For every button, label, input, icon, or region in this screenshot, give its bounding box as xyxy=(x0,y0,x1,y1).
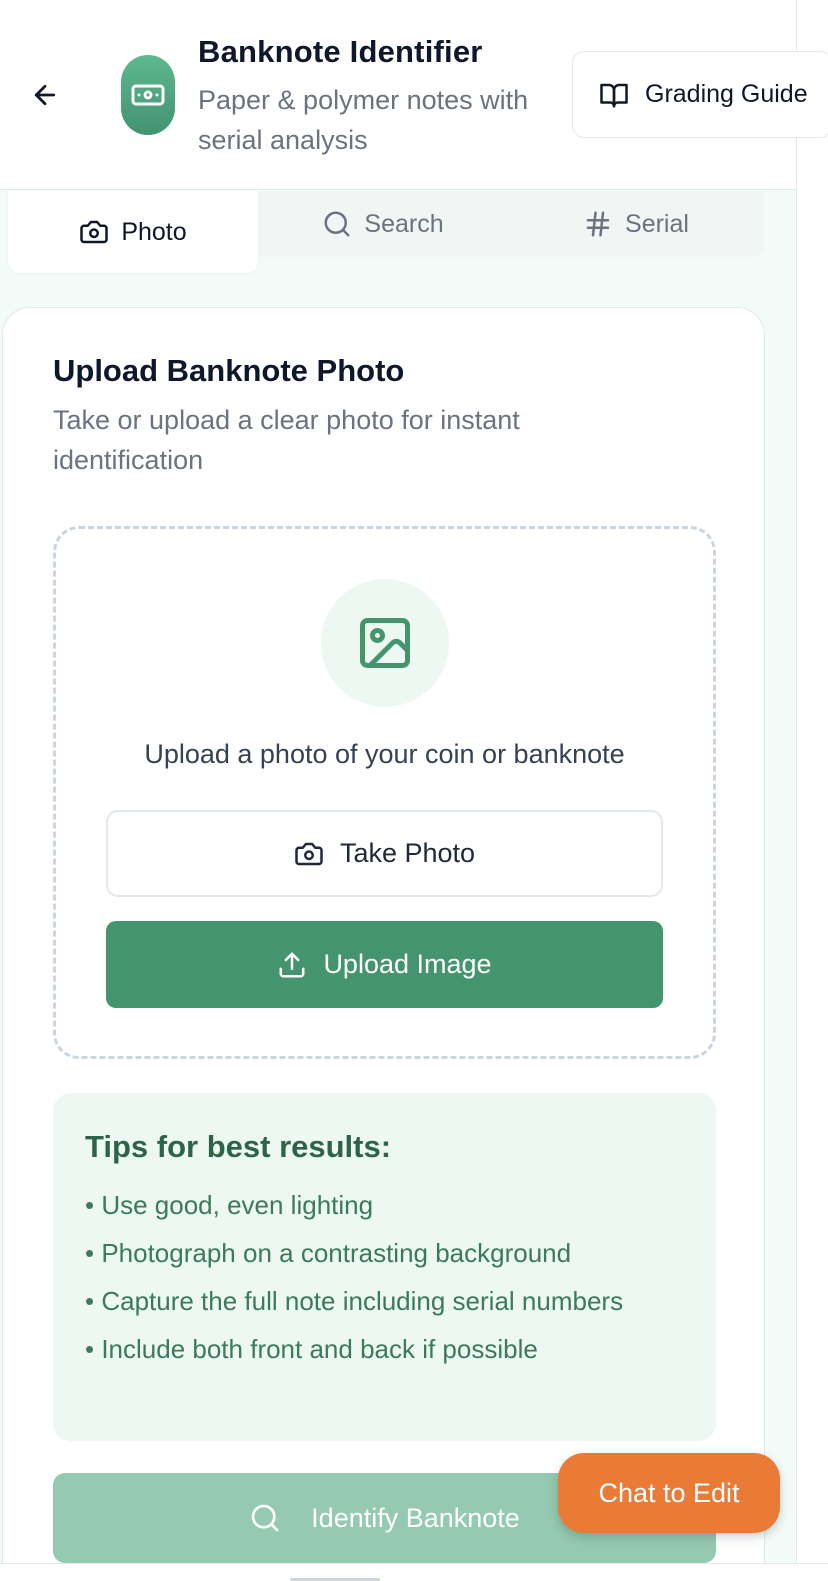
arrow-left-icon xyxy=(34,84,56,106)
page-title: Banknote Identifier xyxy=(198,34,483,69)
app-logo xyxy=(121,55,175,135)
tab-photo[interactable]: Photo xyxy=(8,191,258,273)
upload-card-description: Take or upload a clear photo for instant… xyxy=(53,405,520,475)
hash-icon xyxy=(586,211,610,237)
take-photo-label: Take Photo xyxy=(339,838,476,868)
tab-serial[interactable]: Serial xyxy=(508,191,764,257)
take-photo-button[interactable]: Take Photo xyxy=(106,810,663,897)
upload-image-label: Upload Image xyxy=(323,949,492,979)
image-icon xyxy=(360,618,410,668)
tips-list: • Use good, even lighting • Photograph o… xyxy=(85,1185,684,1369)
upload-image-button[interactable]: Upload Image xyxy=(106,921,663,1008)
page-edge xyxy=(796,0,828,1581)
tips-title: Tips for best results: xyxy=(85,1129,392,1164)
dropzone-prompt: Upload a photo of your coin or banknote xyxy=(144,739,625,769)
chat-to-edit-button[interactable]: Chat to Edit xyxy=(558,1453,780,1533)
tips-panel: Tips for best results: • Use good, even … xyxy=(53,1093,716,1441)
page-subtitle: Paper & polymer notes with serial analys… xyxy=(198,85,529,155)
upload-icon xyxy=(279,952,305,977)
camera-icon xyxy=(80,220,109,244)
search-icon xyxy=(251,1504,279,1532)
tip-item: • Photograph on a contrasting background xyxy=(85,1238,572,1268)
image-placeholder xyxy=(321,579,449,707)
mode-tabs: Photo Search Serial xyxy=(8,191,764,273)
photo-dropzone[interactable]: Upload a photo of your coin or banknote … xyxy=(53,526,716,1059)
tip-item: • Capture the full note including serial… xyxy=(85,1286,624,1316)
app-header: Banknote Identifier Paper & polymer note… xyxy=(0,0,828,190)
bottom-bar xyxy=(0,1563,828,1581)
tab-search[interactable]: Search xyxy=(258,191,508,257)
main-content: Photo Search Serial Upload Banknote Phot… xyxy=(0,191,796,1581)
back-button[interactable] xyxy=(20,70,70,120)
tab-serial-label: Serial xyxy=(625,209,689,238)
tip-item: • Include both front and back if possibl… xyxy=(85,1334,538,1364)
search-icon xyxy=(324,211,350,237)
tip-item: • Use good, even lighting xyxy=(85,1190,374,1220)
grading-guide-button[interactable]: Grading Guide xyxy=(572,51,828,138)
upload-card: Upload Banknote Photo Take or upload a c… xyxy=(2,307,765,1581)
camera-icon xyxy=(295,842,323,865)
tab-photo-label: Photo xyxy=(121,217,187,246)
book-open-icon xyxy=(600,83,628,107)
tab-search-label: Search xyxy=(364,209,444,238)
identify-banknote-label: Identify Banknote xyxy=(311,1502,520,1533)
grading-guide-label: Grading Guide xyxy=(645,80,808,108)
banknote-icon xyxy=(131,84,165,106)
upload-card-title: Upload Banknote Photo xyxy=(53,353,405,388)
